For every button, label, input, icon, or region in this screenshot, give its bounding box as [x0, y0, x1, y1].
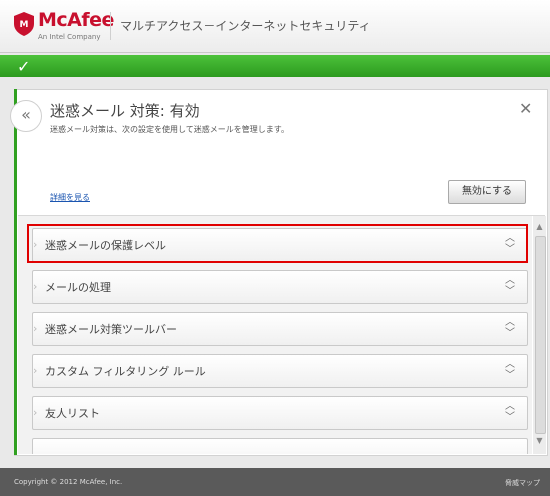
scroll-down-icon[interactable]: ▼ — [533, 436, 546, 445]
check-icon: ✓ — [17, 57, 31, 76]
chevron-right-icon: › — [33, 322, 38, 335]
chevron-right-icon: › — [33, 280, 38, 293]
setting-item-toolbar[interactable]: › 迷惑メール対策ツールバー ︿ ﹀ — [32, 312, 528, 346]
expand-collapse-icon: ︿ ﹀ — [505, 317, 515, 339]
disable-button[interactable]: 無効にする — [448, 180, 526, 204]
setting-item-custom-filter-rules[interactable]: › カスタム フィルタリング ルール ︿ ﹀ — [32, 354, 528, 388]
feature-description: 迷惑メール対策は、次の設定を使用して迷惑メールを管理します。 — [50, 125, 289, 134]
setting-item-label: メールの処理 — [45, 281, 111, 294]
setting-item-label: カスタム フィルタリング ルール — [45, 365, 206, 378]
product-title: マルチアクセス－インターネットセキュリティ — [120, 19, 371, 33]
feature-title: 迷惑メール 対策: 有効 — [50, 102, 200, 120]
header-divider — [110, 12, 111, 40]
threat-map-link[interactable]: 脅威マップ — [505, 478, 540, 488]
copyright: Copyright © 2012 McAfee, Inc. — [14, 478, 123, 486]
setting-item-partial[interactable] — [32, 438, 528, 454]
setting-item-mail-handling[interactable]: › メールの処理 ︿ ﹀ — [32, 270, 528, 304]
chevron-right-icon: › — [33, 406, 38, 419]
expand-collapse-icon: ︿ ﹀ — [505, 401, 515, 423]
back-button[interactable]: « — [10, 100, 42, 132]
svg-text:M: M — [20, 20, 29, 30]
details-link[interactable]: 詳細を見る — [50, 192, 90, 203]
app-header: M McAfee An Intel Company マルチアクセス－インターネッ… — [0, 0, 550, 53]
scrollbar-thumb[interactable] — [535, 236, 546, 434]
setting-item-friends-list[interactable]: › 友人リスト ︿ ﹀ — [32, 396, 528, 430]
setting-item-label: 友人リスト — [45, 407, 100, 420]
mcafee-shield-icon: M — [14, 12, 34, 36]
close-button[interactable]: ✕ — [519, 99, 532, 118]
chevron-right-icon: › — [33, 364, 38, 377]
scroll-up-icon[interactable]: ▲ — [533, 222, 546, 231]
brand-tagline: An Intel Company — [38, 33, 101, 41]
highlight-box — [27, 224, 528, 263]
expand-collapse-icon: ︿ ﹀ — [505, 359, 515, 381]
setting-item-label: 迷惑メール対策ツールバー — [45, 323, 177, 336]
brand-name: McAfee — [38, 9, 114, 31]
protection-status-bar — [0, 55, 550, 77]
expand-collapse-icon: ︿ ﹀ — [505, 275, 515, 297]
panel-status-edge — [14, 89, 17, 455]
